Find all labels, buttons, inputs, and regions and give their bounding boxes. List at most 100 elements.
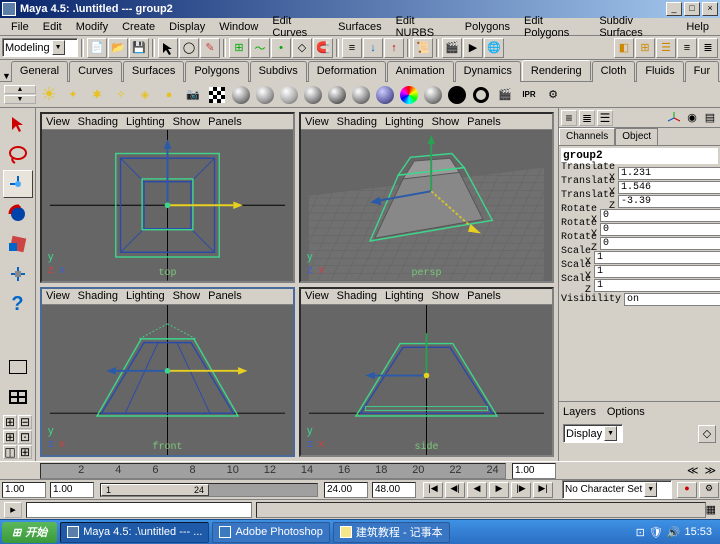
render-shelf-1[interactable]: 🎬 xyxy=(494,84,516,106)
channel-value[interactable] xyxy=(618,167,720,180)
vp-menu-panels[interactable]: Panels xyxy=(467,290,501,302)
shelf-tab-subdivs[interactable]: Subdivs xyxy=(250,61,307,82)
shelf-tab-deformation[interactable]: Deformation xyxy=(308,61,386,82)
vp-menu-show[interactable]: Show xyxy=(432,290,460,302)
show-toolbar-button[interactable]: ≡ xyxy=(677,38,697,58)
command-input[interactable] xyxy=(26,502,252,518)
shelf-tab-general[interactable]: General xyxy=(11,61,68,82)
range-slider[interactable]: 1 24 xyxy=(100,483,318,497)
quick-layout-3-button[interactable]: ☰ xyxy=(656,38,676,58)
ch-btn-2[interactable]: ≣ xyxy=(579,110,595,126)
vp-menu-view[interactable]: View xyxy=(46,116,70,128)
menu-surfaces[interactable]: Surfaces xyxy=(331,19,388,35)
vp-menu-lighting[interactable]: Lighting xyxy=(385,116,424,128)
material-9[interactable] xyxy=(422,84,444,106)
shelf-options[interactable]: ▲▼ xyxy=(4,85,36,104)
manipulator-tool[interactable] xyxy=(3,260,33,288)
vp-menu-show[interactable]: Show xyxy=(173,290,201,302)
layout-single-button[interactable] xyxy=(3,353,33,381)
channel-value[interactable] xyxy=(594,279,720,292)
snap-grid-button[interactable]: ⊞ xyxy=(229,38,249,58)
construction-history-button[interactable]: 📜 xyxy=(413,38,433,58)
render-button[interactable]: 🎬 xyxy=(442,38,462,58)
snap-live-button[interactable]: 🧲 xyxy=(313,38,333,58)
snap-plane-button[interactable]: ◇ xyxy=(292,38,312,58)
channel-value[interactable] xyxy=(618,195,720,208)
channel-value[interactable] xyxy=(600,209,720,222)
move-tool[interactable] xyxy=(3,170,33,198)
rotate-tool[interactable] xyxy=(3,200,33,228)
light-shelf-3[interactable]: ✱ xyxy=(86,84,108,106)
menu-help[interactable]: Help xyxy=(679,19,716,35)
history-button[interactable]: ≡ xyxy=(342,38,362,58)
viewport-canvas[interactable]: yz x top xyxy=(42,130,293,281)
snap-curve-button[interactable]: ～ xyxy=(250,38,270,58)
shelf-tab-dynamics[interactable]: Dynamics xyxy=(455,61,521,82)
select-tool[interactable] xyxy=(3,110,33,138)
tab-object[interactable]: Object xyxy=(615,128,658,145)
layout-opt-1[interactable]: ⊞ xyxy=(3,415,17,429)
vp-menu-shading[interactable]: Shading xyxy=(337,290,377,302)
light-shelf-5[interactable]: ◈ xyxy=(134,84,156,106)
range-end-field[interactable] xyxy=(372,482,416,498)
layout-opt-4[interactable]: ⊡ xyxy=(18,430,32,444)
layout-opt-3[interactable]: ⊞ xyxy=(3,430,17,444)
mode-dropdown[interactable]: Modeling ▼ xyxy=(2,38,78,57)
viewport-side[interactable]: ViewShadingLightingShowPanels yz x side xyxy=(299,287,554,458)
current-tool[interactable]: ? xyxy=(3,290,33,318)
output-button[interactable]: ↑ xyxy=(384,38,404,58)
menu-edit-polygons[interactable]: Edit Polygons xyxy=(517,13,592,41)
light-shelf-1[interactable]: ☀ xyxy=(38,84,60,106)
material-7[interactable] xyxy=(374,84,396,106)
step-fwd-far-button[interactable]: ≫ xyxy=(704,464,716,477)
texture-shelf[interactable] xyxy=(206,84,228,106)
vp-menu-panels[interactable]: Panels xyxy=(208,290,242,302)
vp-menu-show[interactable]: Show xyxy=(173,116,201,128)
channel-value[interactable] xyxy=(618,181,720,194)
layout-opt-2[interactable]: ⊟ xyxy=(18,415,32,429)
shelf-tab-rendering[interactable]: Rendering xyxy=(522,60,591,81)
material-1[interactable] xyxy=(230,84,252,106)
quick-layout-1-button[interactable]: ◧ xyxy=(614,38,634,58)
vp-menu-lighting[interactable]: Lighting xyxy=(126,290,165,302)
vp-menu-lighting[interactable]: Lighting xyxy=(126,116,165,128)
goto-start-button[interactable]: |◀ xyxy=(423,482,443,498)
vp-menu-lighting[interactable]: Lighting xyxy=(385,290,424,302)
new-scene-button[interactable]: 📄 xyxy=(87,38,107,58)
taskbar-item[interactable]: Maya 4.5: .\untitled --- ... xyxy=(60,522,209,543)
new-layer-button[interactable]: ◇ xyxy=(698,425,716,443)
ch-circle-button[interactable]: ◉ xyxy=(684,110,700,126)
ch-layer-button[interactable]: ▤ xyxy=(702,110,718,126)
light-shelf-4[interactable]: ✧ xyxy=(110,84,132,106)
viewport-canvas[interactable]: yz x front xyxy=(42,305,293,456)
menu-file[interactable]: File xyxy=(4,19,36,35)
menu-window[interactable]: Window xyxy=(212,19,265,35)
vp-menu-view[interactable]: View xyxy=(305,116,329,128)
material-10[interactable] xyxy=(446,84,468,106)
layer-menu-options[interactable]: Options xyxy=(607,406,645,418)
range-thumb[interactable]: 1 24 xyxy=(101,484,209,496)
render-shelf-2[interactable]: IPR xyxy=(518,84,540,106)
vp-menu-shading[interactable]: Shading xyxy=(78,290,118,302)
layer-menu-layers[interactable]: Layers xyxy=(563,406,596,418)
open-scene-button[interactable]: 📂 xyxy=(108,38,128,58)
render-globals-button[interactable]: 🌐 xyxy=(484,38,504,58)
viewport-canvas[interactable]: yz x side xyxy=(301,305,552,456)
select-button[interactable] xyxy=(158,38,178,58)
prefs-button[interactable]: ⚙ xyxy=(699,482,719,498)
input-button[interactable]: ↓ xyxy=(363,38,383,58)
vp-menu-panels[interactable]: Panels xyxy=(208,116,242,128)
menu-subdiv-surfaces[interactable]: Subdiv Surfaces xyxy=(592,13,679,41)
ipr-button[interactable]: ▶ xyxy=(463,38,483,58)
timeline[interactable]: 24681012141618202224 xyxy=(40,463,506,479)
save-scene-button[interactable]: 💾 xyxy=(129,38,149,58)
menu-edit-curves[interactable]: Edit Curves xyxy=(265,13,331,41)
shelf-menu-button[interactable]: ▼ xyxy=(2,71,11,81)
material-5[interactable] xyxy=(326,84,348,106)
show-shelf-button[interactable]: ≣ xyxy=(698,38,718,58)
shelf-tab-fluids[interactable]: Fluids xyxy=(636,61,683,82)
viewport-persp[interactable]: ViewShadingLightingShowPanels yz x persp xyxy=(299,112,554,283)
vp-menu-view[interactable]: View xyxy=(46,290,70,302)
mel-button[interactable]: ▸ xyxy=(4,502,22,518)
vp-menu-shading[interactable]: Shading xyxy=(78,116,118,128)
